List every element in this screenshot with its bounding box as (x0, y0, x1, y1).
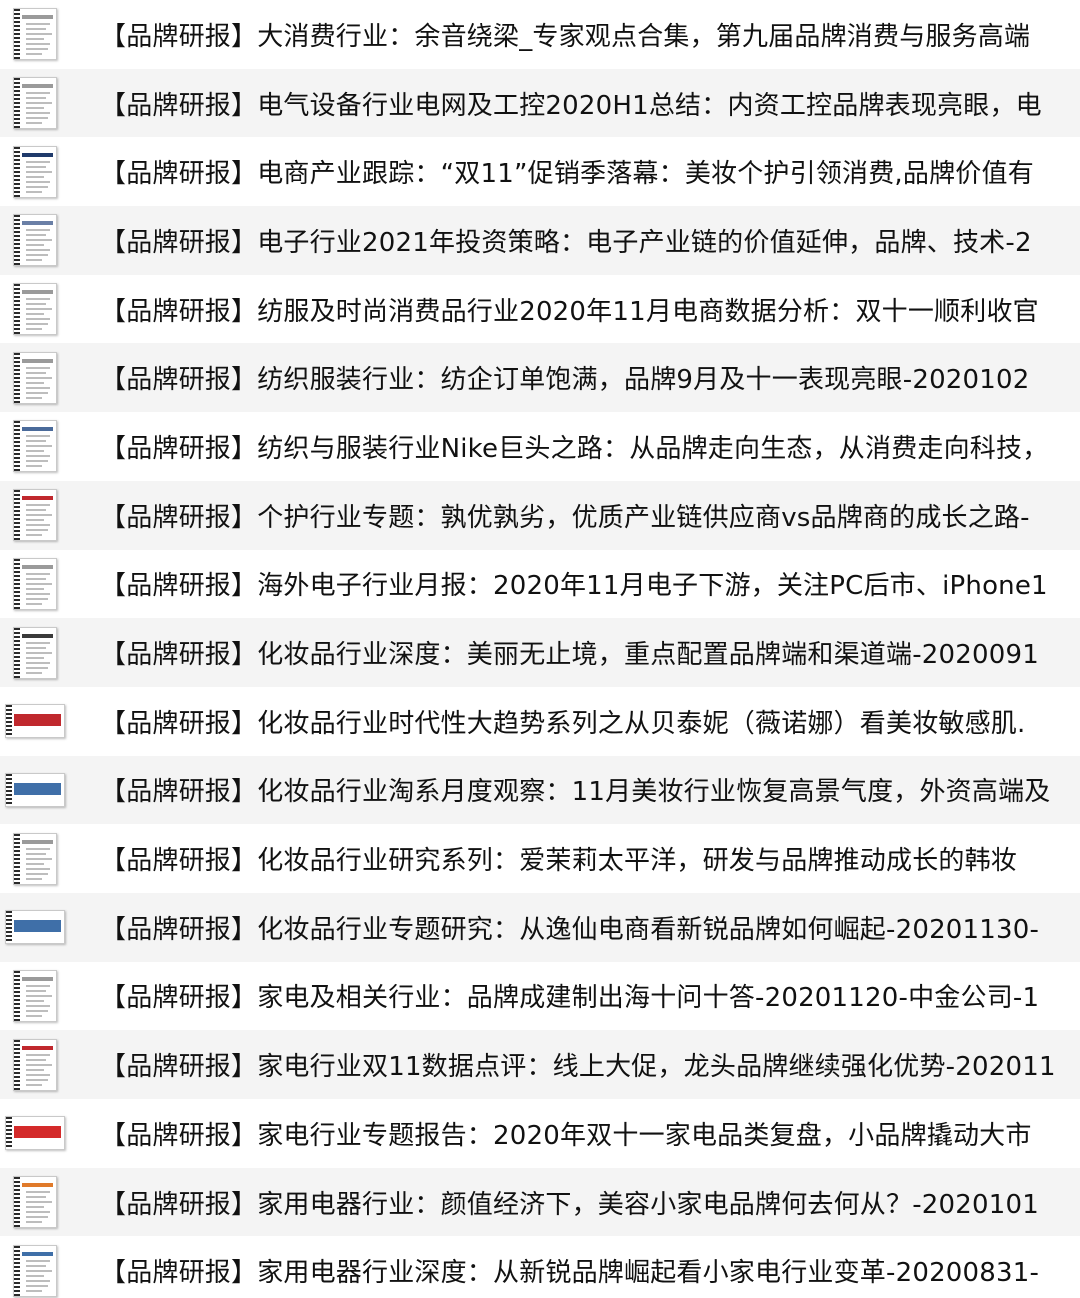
file-row[interactable]: 【品牌研报】家电行业专题报告：2020年双十一家电品类复盘，小品牌撬动大市 (0, 1099, 1080, 1168)
pdf-document-icon (5, 772, 65, 807)
file-row[interactable]: 【品牌研报】化妆品行业深度：美丽无止境，重点配置品牌端和渠道端-2020091 (0, 618, 1080, 687)
pdf-document-icon (13, 145, 57, 198)
pdf-document-icon (5, 1116, 65, 1151)
file-name: 【品牌研报】个护行业专题：孰优孰劣，优质产业链供应商vs品牌商的成长之路- (100, 502, 1030, 533)
file-name: 【品牌研报】家电及相关行业：品牌成建制出海十问十答-20201120-中金公司-… (100, 983, 1040, 1014)
file-name: 【品牌研报】电子行业2021年投资策略：电子产业链的价值延伸，品牌、技术-2 (100, 227, 1032, 258)
file-name: 【品牌研报】家用电器行业：颜值经济下，美容小家电品牌何去何从？-2020101 (100, 1189, 1039, 1220)
pdf-document-icon (13, 1038, 57, 1091)
file-thumbnail (0, 550, 70, 619)
file-thumbnail (0, 1099, 70, 1168)
file-name: 【品牌研报】纺织与服装行业Nike巨头之路：从品牌走向生态，从消费走向科技， (100, 433, 1049, 464)
pdf-document-icon (13, 832, 57, 885)
file-name: 【品牌研报】家用电器行业深度：从新锐品牌崛起看小家电行业变革-20200831- (100, 1258, 1040, 1289)
file-thumbnail (0, 206, 70, 275)
file-row[interactable]: 【品牌研报】纺织与服装行业Nike巨头之路：从品牌走向生态，从消费走向科技， (0, 412, 1080, 481)
file-row[interactable]: 【品牌研报】电商产业跟踪：“双11”促销季落幕：美妆个护引领消费,品牌价值有 (0, 137, 1080, 206)
pdf-document-icon (13, 77, 57, 130)
file-name: 【品牌研报】化妆品行业专题研究：从逸仙电商看新锐品牌如何崛起-20201130- (100, 914, 1040, 945)
file-row[interactable]: 【品牌研报】大消费行业：余音绕梁_专家观点合集，第九届品牌消费与服务高端 (0, 0, 1080, 69)
file-name: 【品牌研报】纺织服装行业：纺企订单饱满，品牌9月及十一表现亮眼-2020102 (100, 365, 1030, 396)
file-row[interactable]: 【品牌研报】电子行业2021年投资策略：电子产业链的价值延伸，品牌、技术-2 (0, 206, 1080, 275)
file-row[interactable]: 【品牌研报】纺织服装行业：纺企订单饱满，品牌9月及十一表现亮眼-2020102 (0, 343, 1080, 413)
file-name: 【品牌研报】化妆品行业淘系月度观察：11月美妆行业恢复高景气度，外资高端及 (100, 777, 1051, 808)
file-row[interactable]: 【品牌研报】电气设备行业电网及工控2020H1总结：内资工控品牌表现亮眼，电 (0, 68, 1080, 138)
file-thumbnail (0, 412, 70, 481)
file-row[interactable]: 【品牌研报】家电行业双11数据点评：线上大促，龙头品牌继续强化优势-202011 (0, 1030, 1080, 1099)
pdf-document-icon (13, 8, 57, 61)
file-row[interactable]: 【品牌研报】家用电器行业深度：从新锐品牌崛起看小家电行业变革-20200831- (0, 1236, 1080, 1298)
file-name: 【品牌研报】家电行业双11数据点评：线上大促，龙头品牌继续强化优势-202011 (100, 1052, 1056, 1083)
pdf-document-icon (13, 351, 57, 404)
file-name: 【品牌研报】家电行业专题报告：2020年双十一家电品类复盘，小品牌撬动大市 (100, 1120, 1032, 1151)
pdf-document-icon (13, 489, 57, 542)
file-row[interactable]: 【品牌研报】家电及相关行业：品牌成建制出海十问十答-20201120-中金公司-… (0, 962, 1080, 1031)
pdf-document-icon (13, 283, 57, 336)
file-name: 【品牌研报】纺服及时尚消费品行业2020年11月电商数据分析：双十一顺利收官 (100, 296, 1039, 327)
file-thumbnail (0, 1236, 70, 1298)
file-row[interactable]: 【品牌研报】化妆品行业时代性大趋势系列之从贝泰妮（薇诺娜）看美妆敏感肌. (0, 687, 1080, 756)
pdf-document-icon (13, 969, 57, 1022)
pdf-document-icon (13, 214, 57, 267)
file-name: 【品牌研报】化妆品行业研究系列：爱茉莉太平洋，研发与品牌推动成长的韩妆 (100, 846, 1018, 877)
file-row[interactable]: 【品牌研报】海外电子行业月报：2020年11月电子下游，关注PC后市、iPhon… (0, 550, 1080, 619)
file-list: 【品牌研报】大消费行业：余音绕梁_专家观点合集，第九届品牌消费与服务高端 【品牌研… (0, 0, 1080, 1298)
pdf-document-icon (13, 557, 57, 610)
file-thumbnail (0, 343, 70, 412)
file-thumbnail (0, 687, 70, 756)
file-thumbnail (0, 69, 70, 138)
pdf-document-icon (5, 910, 65, 945)
file-thumbnail (0, 1030, 70, 1099)
pdf-document-icon (13, 420, 57, 473)
pdf-document-icon (5, 704, 65, 739)
pdf-document-icon (13, 1176, 57, 1229)
file-name: 【品牌研报】电气设备行业电网及工控2020H1总结：内资工控品牌表现亮眼，电 (100, 90, 1042, 121)
file-thumbnail (0, 275, 70, 344)
file-thumbnail (0, 618, 70, 687)
file-row[interactable]: 【品牌研报】纺服及时尚消费品行业2020年11月电商数据分析：双十一顺利收官 (0, 275, 1080, 344)
file-row[interactable]: 【品牌研报】家用电器行业：颜值经济下，美容小家电品牌何去何从？-2020101 (0, 1167, 1080, 1237)
file-name: 【品牌研报】化妆品行业时代性大趋势系列之从贝泰妮（薇诺娜）看美妆敏感肌. (100, 708, 1026, 739)
file-thumbnail (0, 0, 70, 69)
file-row[interactable]: 【品牌研报】个护行业专题：孰优孰劣，优质产业链供应商vs品牌商的成长之路- (0, 480, 1080, 550)
file-thumbnail (0, 962, 70, 1031)
file-name: 【品牌研报】大消费行业：余音绕梁_专家观点合集，第九届品牌消费与服务高端 (100, 21, 1031, 52)
file-name: 【品牌研报】海外电子行业月报：2020年11月电子下游，关注PC后市、iPhon… (100, 571, 1048, 602)
file-row[interactable]: 【品牌研报】化妆品行业专题研究：从逸仙电商看新锐品牌如何崛起-20201130- (0, 892, 1080, 962)
file-thumbnail (0, 756, 70, 825)
file-name: 【品牌研报】化妆品行业深度：美丽无止境，重点配置品牌端和渠道端-2020091 (100, 640, 1039, 671)
pdf-document-icon (13, 626, 57, 679)
file-thumbnail (0, 893, 70, 962)
file-thumbnail (0, 137, 70, 206)
file-thumbnail (0, 824, 70, 893)
file-thumbnail (0, 1168, 70, 1237)
file-row[interactable]: 【品牌研报】化妆品行业研究系列：爱茉莉太平洋，研发与品牌推动成长的韩妆 (0, 824, 1080, 893)
file-name: 【品牌研报】电商产业跟踪：“双11”促销季落幕：美妆个护引领消费,品牌价值有 (100, 159, 1034, 190)
file-row[interactable]: 【品牌研报】化妆品行业淘系月度观察：11月美妆行业恢复高景气度，外资高端及 (0, 755, 1080, 825)
pdf-document-icon (13, 1244, 57, 1297)
file-thumbnail (0, 481, 70, 550)
